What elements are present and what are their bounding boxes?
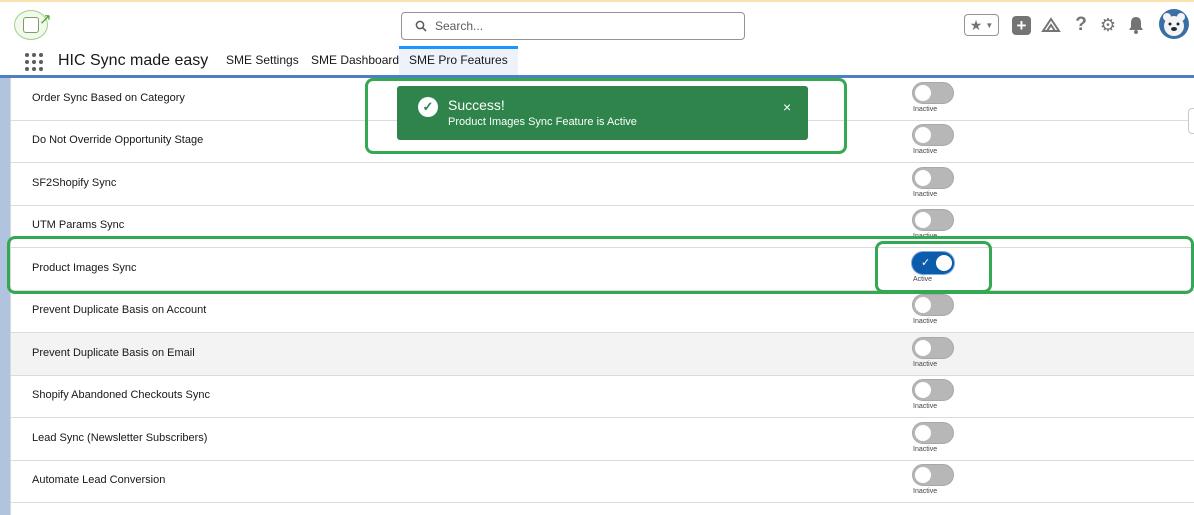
star-icon: ★: [969, 16, 983, 33]
feature-label: Shopify Abandoned Checkouts Sync: [32, 389, 210, 401]
feature-label: UTM Params Sync: [32, 219, 125, 231]
tab-sme-pro-features[interactable]: SME Pro Features: [399, 46, 518, 75]
toast-message: Product Images Sync Feature is Active: [448, 116, 637, 128]
feature-label: SF2Shopify Sync: [32, 177, 117, 189]
toggle-state-label: Inactive: [913, 233, 938, 240]
feature-row: SF2Shopify Sync Inactive: [11, 163, 1194, 206]
trailhead-icon[interactable]: [1040, 14, 1062, 36]
app-nav-bar: HIC Sync made easy SME Settings SME Dash…: [0, 46, 1194, 78]
feature-toggle[interactable]: [912, 82, 954, 104]
feature-toggle[interactable]: [912, 294, 954, 316]
search-placeholder: Search...: [435, 19, 484, 33]
app-name: HIC Sync made easy: [58, 52, 209, 69]
toast-title: Success!: [448, 97, 505, 113]
feature-label: Lead Sync (Newsletter Subscribers): [32, 432, 208, 444]
global-header: ↗ Search... ★ ▼ + ? ⚙: [0, 0, 1194, 46]
feature-label: Do Not Override Opportunity Stage: [32, 134, 204, 146]
app-launcher-icon[interactable]: [25, 53, 43, 71]
feature-list: Order Sync Based on Category Inactive Do…: [10, 78, 1194, 515]
feature-toggle[interactable]: [912, 464, 954, 486]
chevron-down-icon: ▼: [985, 20, 994, 30]
tab-sme-dashboard[interactable]: SME Dashboard: [301, 46, 409, 75]
feature-toggle[interactable]: [912, 167, 954, 189]
feature-row: Prevent Duplicate Basis on Account Inact…: [11, 290, 1194, 333]
success-toast: ✓ Success! Product Images Sync Feature i…: [397, 86, 808, 140]
help-icon[interactable]: ?: [1072, 14, 1090, 36]
toggle-state-label: Inactive: [913, 148, 938, 155]
feature-label: Product Images Sync: [32, 262, 137, 274]
feature-row: Automate Lead Conversion Inactive: [11, 460, 1194, 503]
sync-arrow-icon: ↗: [39, 11, 52, 28]
feature-label: Automate Lead Conversion: [32, 474, 166, 486]
toggle-state-label: Inactive: [913, 446, 938, 453]
feature-toggle[interactable]: [912, 337, 954, 359]
toggle-state-label: Inactive: [913, 318, 938, 325]
logo-mark: [23, 17, 39, 33]
toggle-state-label: Inactive: [913, 488, 938, 495]
success-check-icon: ✓: [418, 97, 438, 117]
feature-toggle[interactable]: [912, 422, 954, 444]
tab-sme-settings[interactable]: SME Settings: [216, 46, 309, 75]
global-actions-add-icon[interactable]: +: [1012, 16, 1031, 35]
side-panel-handle[interactable]: [1188, 108, 1194, 134]
feature-row: Lead Sync (Newsletter Subscribers) Inact…: [11, 418, 1194, 461]
bell-icon[interactable]: [1126, 14, 1146, 36]
gear-icon[interactable]: ⚙: [1098, 14, 1118, 36]
favorites-button[interactable]: ★ ▼: [964, 14, 999, 36]
avatar[interactable]: [1159, 9, 1189, 39]
feature-toggle[interactable]: [912, 124, 954, 146]
feature-label: Prevent Duplicate Basis on Account: [32, 304, 207, 316]
checkmark-icon: ✓: [921, 257, 931, 269]
feature-row: Prevent Duplicate Basis on Email Inactiv…: [11, 333, 1194, 376]
close-icon[interactable]: ×: [783, 99, 791, 115]
feature-toggle[interactable]: [912, 209, 954, 231]
toggle-state-label: Active: [913, 276, 933, 283]
feature-row: Shopify Abandoned Checkouts Sync Inactiv…: [11, 375, 1194, 418]
feature-label: Order Sync Based on Category: [32, 92, 185, 104]
app-logo[interactable]: ↗: [14, 10, 52, 40]
feature-row: Product Images Sync ✓ Active: [11, 248, 1194, 291]
feature-toggle-active[interactable]: ✓: [912, 252, 954, 274]
toggle-state-label: Inactive: [913, 191, 938, 198]
toggle-state-label: Inactive: [913, 361, 938, 368]
feature-label: Prevent Duplicate Basis on Email: [32, 347, 195, 359]
feature-toggle[interactable]: [912, 379, 954, 401]
global-search[interactable]: Search...: [401, 12, 745, 40]
feature-row: UTM Params Sync Inactive: [11, 205, 1194, 248]
search-icon: [415, 20, 427, 32]
toggle-state-label: Inactive: [913, 106, 938, 113]
toggle-state-label: Inactive: [913, 403, 938, 410]
